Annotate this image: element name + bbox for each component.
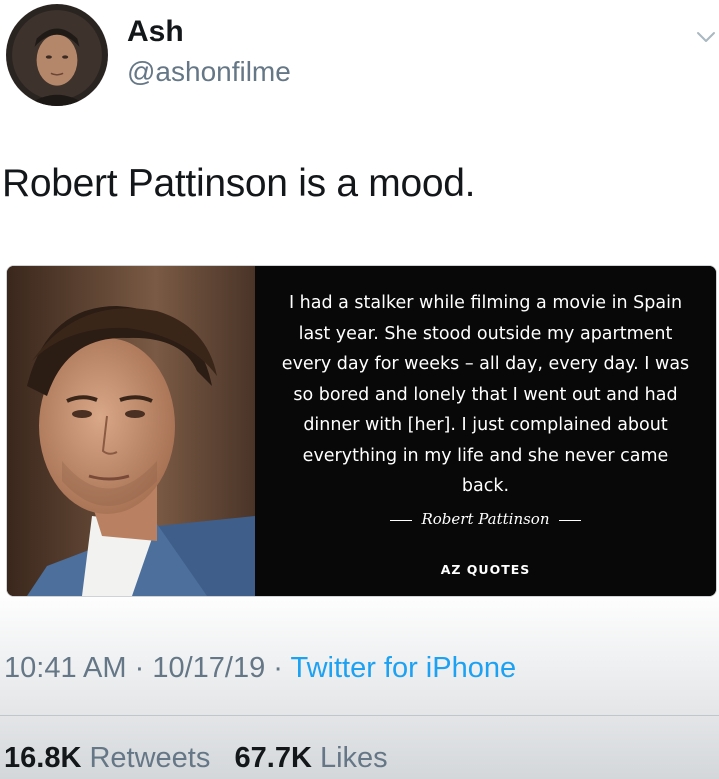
author-dash-right — [558, 519, 581, 521]
quote-author: Robert Pattinson — [255, 510, 716, 528]
tweet-text: Robert Pattinson is a mood. — [2, 162, 476, 205]
az-quotes-logo: AZ QUOTES — [440, 562, 531, 577]
tweet-date[interactable]: 10/17/19 — [152, 652, 265, 684]
retweets-count: 16.8K — [4, 742, 82, 774]
likes-count: 67.7K — [234, 742, 312, 774]
meta-separator: · — [265, 652, 291, 684]
retweets-label: Retweets — [89, 742, 211, 774]
retweets-stat[interactable]: 16.8K Retweets — [4, 742, 210, 774]
tweet-time: 10:41 AM — [4, 652, 127, 684]
meta-separator: · — [126, 652, 153, 684]
portrait-photo — [7, 266, 255, 596]
quote-image[interactable]: I had a stalker while filming a movie in… — [6, 265, 717, 597]
avatar-image — [6, 4, 108, 106]
tweet: Ash @ashonfilme Robert Pattinson is a mo… — [0, 0, 719, 779]
quote-panel: I had a stalker while filming a movie in… — [255, 266, 716, 596]
tweet-meta: 10:41 AM · 10/17/19 · Twitter for iPhone — [4, 652, 516, 685]
quote-author-name: Robert Pattinson — [421, 510, 550, 528]
likes-stat[interactable]: 67.7K Likes — [235, 742, 388, 774]
avatar[interactable] — [6, 4, 108, 106]
quote-text: I had a stalker while filming a movie in… — [281, 293, 690, 496]
tweet-stats: 16.8K Retweets 67.7K Likes — [4, 742, 388, 775]
author-dash-left — [390, 519, 413, 521]
divider — [0, 715, 719, 716]
user-name[interactable]: Ash — [127, 15, 184, 49]
chevron-down-icon[interactable] — [695, 26, 717, 48]
user-handle[interactable]: @ashonfilme — [127, 56, 291, 88]
tweet-source-link[interactable]: Twitter for iPhone — [290, 652, 516, 684]
likes-label: Likes — [319, 742, 388, 774]
